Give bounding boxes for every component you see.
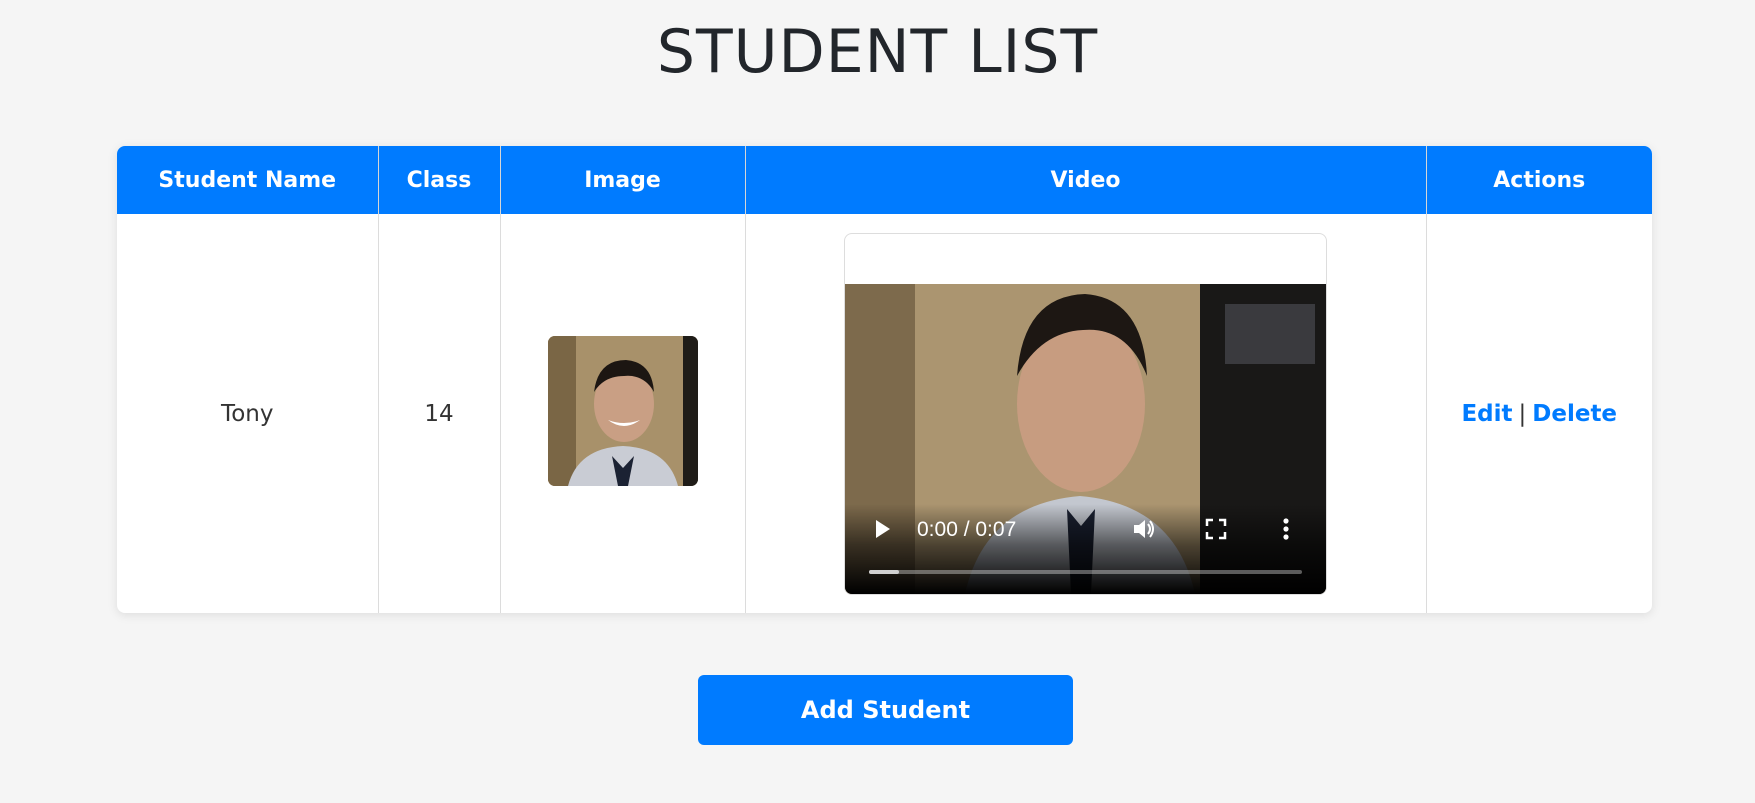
video-player[interactable]: 0:00 / 0:07 <box>844 232 1327 595</box>
edit-link[interactable]: Edit <box>1461 401 1512 427</box>
volume-icon[interactable] <box>1131 516 1157 548</box>
video-progress-fill <box>869 569 900 574</box>
cell-student-name: Tony <box>117 214 379 613</box>
header-image: Image <box>500 146 746 214</box>
header-student-name: Student Name <box>117 146 379 214</box>
student-photo <box>547 335 698 486</box>
add-student-button[interactable]: Add Student <box>698 675 1073 745</box>
page: STUDENT LIST Student Name Class Image Vi… <box>0 0 1755 803</box>
cell-video: 0:00 / 0:07 <box>745 214 1427 613</box>
table-row: Tony 14 0:00 / 0:07 Edit | Delete <box>117 214 1652 613</box>
cell-class: 14 <box>378 214 501 613</box>
cell-image <box>500 214 746 613</box>
page-title: STUDENT LIST <box>656 17 1099 87</box>
actions-separator: | <box>1518 400 1527 427</box>
video-time: 0:00 / 0:07 <box>917 517 1017 541</box>
video-frame[interactable]: 0:00 / 0:07 <box>845 283 1326 594</box>
play-icon[interactable] <box>873 518 893 546</box>
cell-actions: Edit | Delete <box>1426 214 1652 613</box>
header-actions: Actions <box>1426 146 1652 214</box>
table-header-row: Student Name Class Image Video Actions <box>117 146 1652 214</box>
student-table-card: Student Name Class Image Video Actions T… <box>117 146 1652 613</box>
video-progress-bar[interactable] <box>869 569 1302 574</box>
delete-link[interactable]: Delete <box>1532 401 1617 427</box>
header-video: Video <box>745 146 1427 214</box>
header-class: Class <box>378 146 501 214</box>
video-controls: 0:00 / 0:07 <box>845 503 1326 594</box>
fullscreen-icon[interactable] <box>1205 518 1227 546</box>
more-options-icon[interactable] <box>1282 517 1290 547</box>
student-photo-art <box>547 335 698 486</box>
student-table: Student Name Class Image Video Actions T… <box>117 146 1652 613</box>
